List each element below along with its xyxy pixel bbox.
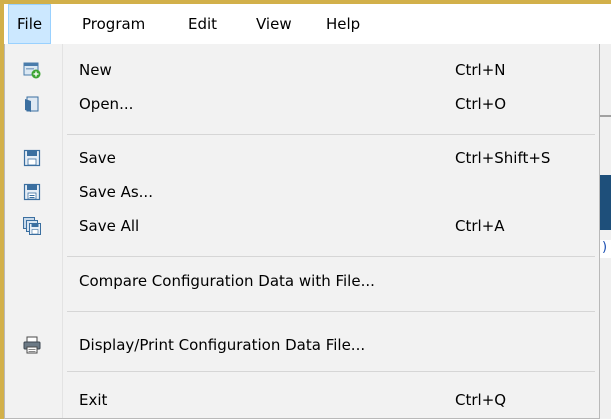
menu-item-label: New xyxy=(79,61,112,79)
menu-item-shortcut: Ctrl+Shift+S xyxy=(455,149,551,167)
menu-item-compare-configuration[interactable]: Compare Configuration Data with File... xyxy=(5,264,599,298)
menu-edit[interactable]: Edit xyxy=(180,4,225,44)
menu-item-label: Exit xyxy=(79,391,108,409)
menu-bar: File Program Edit View Help xyxy=(4,4,611,44)
menu-item-shortcut: Ctrl+N xyxy=(455,61,506,79)
background-window-edge xyxy=(600,115,611,117)
menu-item-shortcut: Ctrl+A xyxy=(455,217,505,235)
menu-item-label: Display/Print Configuration Data File... xyxy=(79,336,366,354)
menu-item-new[interactable]: New Ctrl+N xyxy=(5,53,599,87)
file-menu-dropdown: New Ctrl+N Open... Ctrl+O Save Ctrl+Shif… xyxy=(4,44,600,419)
open-folder-icon xyxy=(23,95,41,113)
menu-item-save-all[interactable]: Save All Ctrl+A xyxy=(5,209,599,243)
menu-separator xyxy=(67,134,595,135)
menu-help[interactable]: Help xyxy=(318,4,368,44)
menu-item-label: Save All xyxy=(79,217,140,235)
menu-view[interactable]: View xyxy=(248,4,300,44)
save-as-icon xyxy=(23,183,41,201)
menu-item-shortcut: Ctrl+Q xyxy=(455,391,507,409)
menu-item-save[interactable]: Save Ctrl+Shift+S xyxy=(5,141,599,175)
save-all-icon xyxy=(23,217,41,235)
menu-item-label: Save As... xyxy=(79,183,153,201)
menu-item-shortcut: Ctrl+O xyxy=(455,95,507,113)
menu-item-open[interactable]: Open... Ctrl+O xyxy=(5,87,599,121)
background-window-link: ) xyxy=(600,240,611,258)
menu-item-display-print[interactable]: Display/Print Configuration Data File... xyxy=(5,328,599,362)
menu-separator xyxy=(67,256,595,257)
menu-separator xyxy=(67,311,595,312)
background-window-panel xyxy=(600,175,611,230)
menu-item-save-as[interactable]: Save As... xyxy=(5,175,599,209)
menu-separator xyxy=(67,371,595,372)
printer-icon xyxy=(23,336,41,354)
new-file-icon xyxy=(23,61,41,79)
menu-item-label: Compare Configuration Data with File... xyxy=(79,272,375,290)
menu-item-exit[interactable]: Exit Ctrl+Q xyxy=(5,383,599,417)
menu-item-label: Save xyxy=(79,149,116,167)
save-icon xyxy=(23,149,41,167)
menu-item-label: Open... xyxy=(79,95,134,113)
menu-program[interactable]: Program xyxy=(74,4,153,44)
menu-file[interactable]: File xyxy=(8,4,52,44)
